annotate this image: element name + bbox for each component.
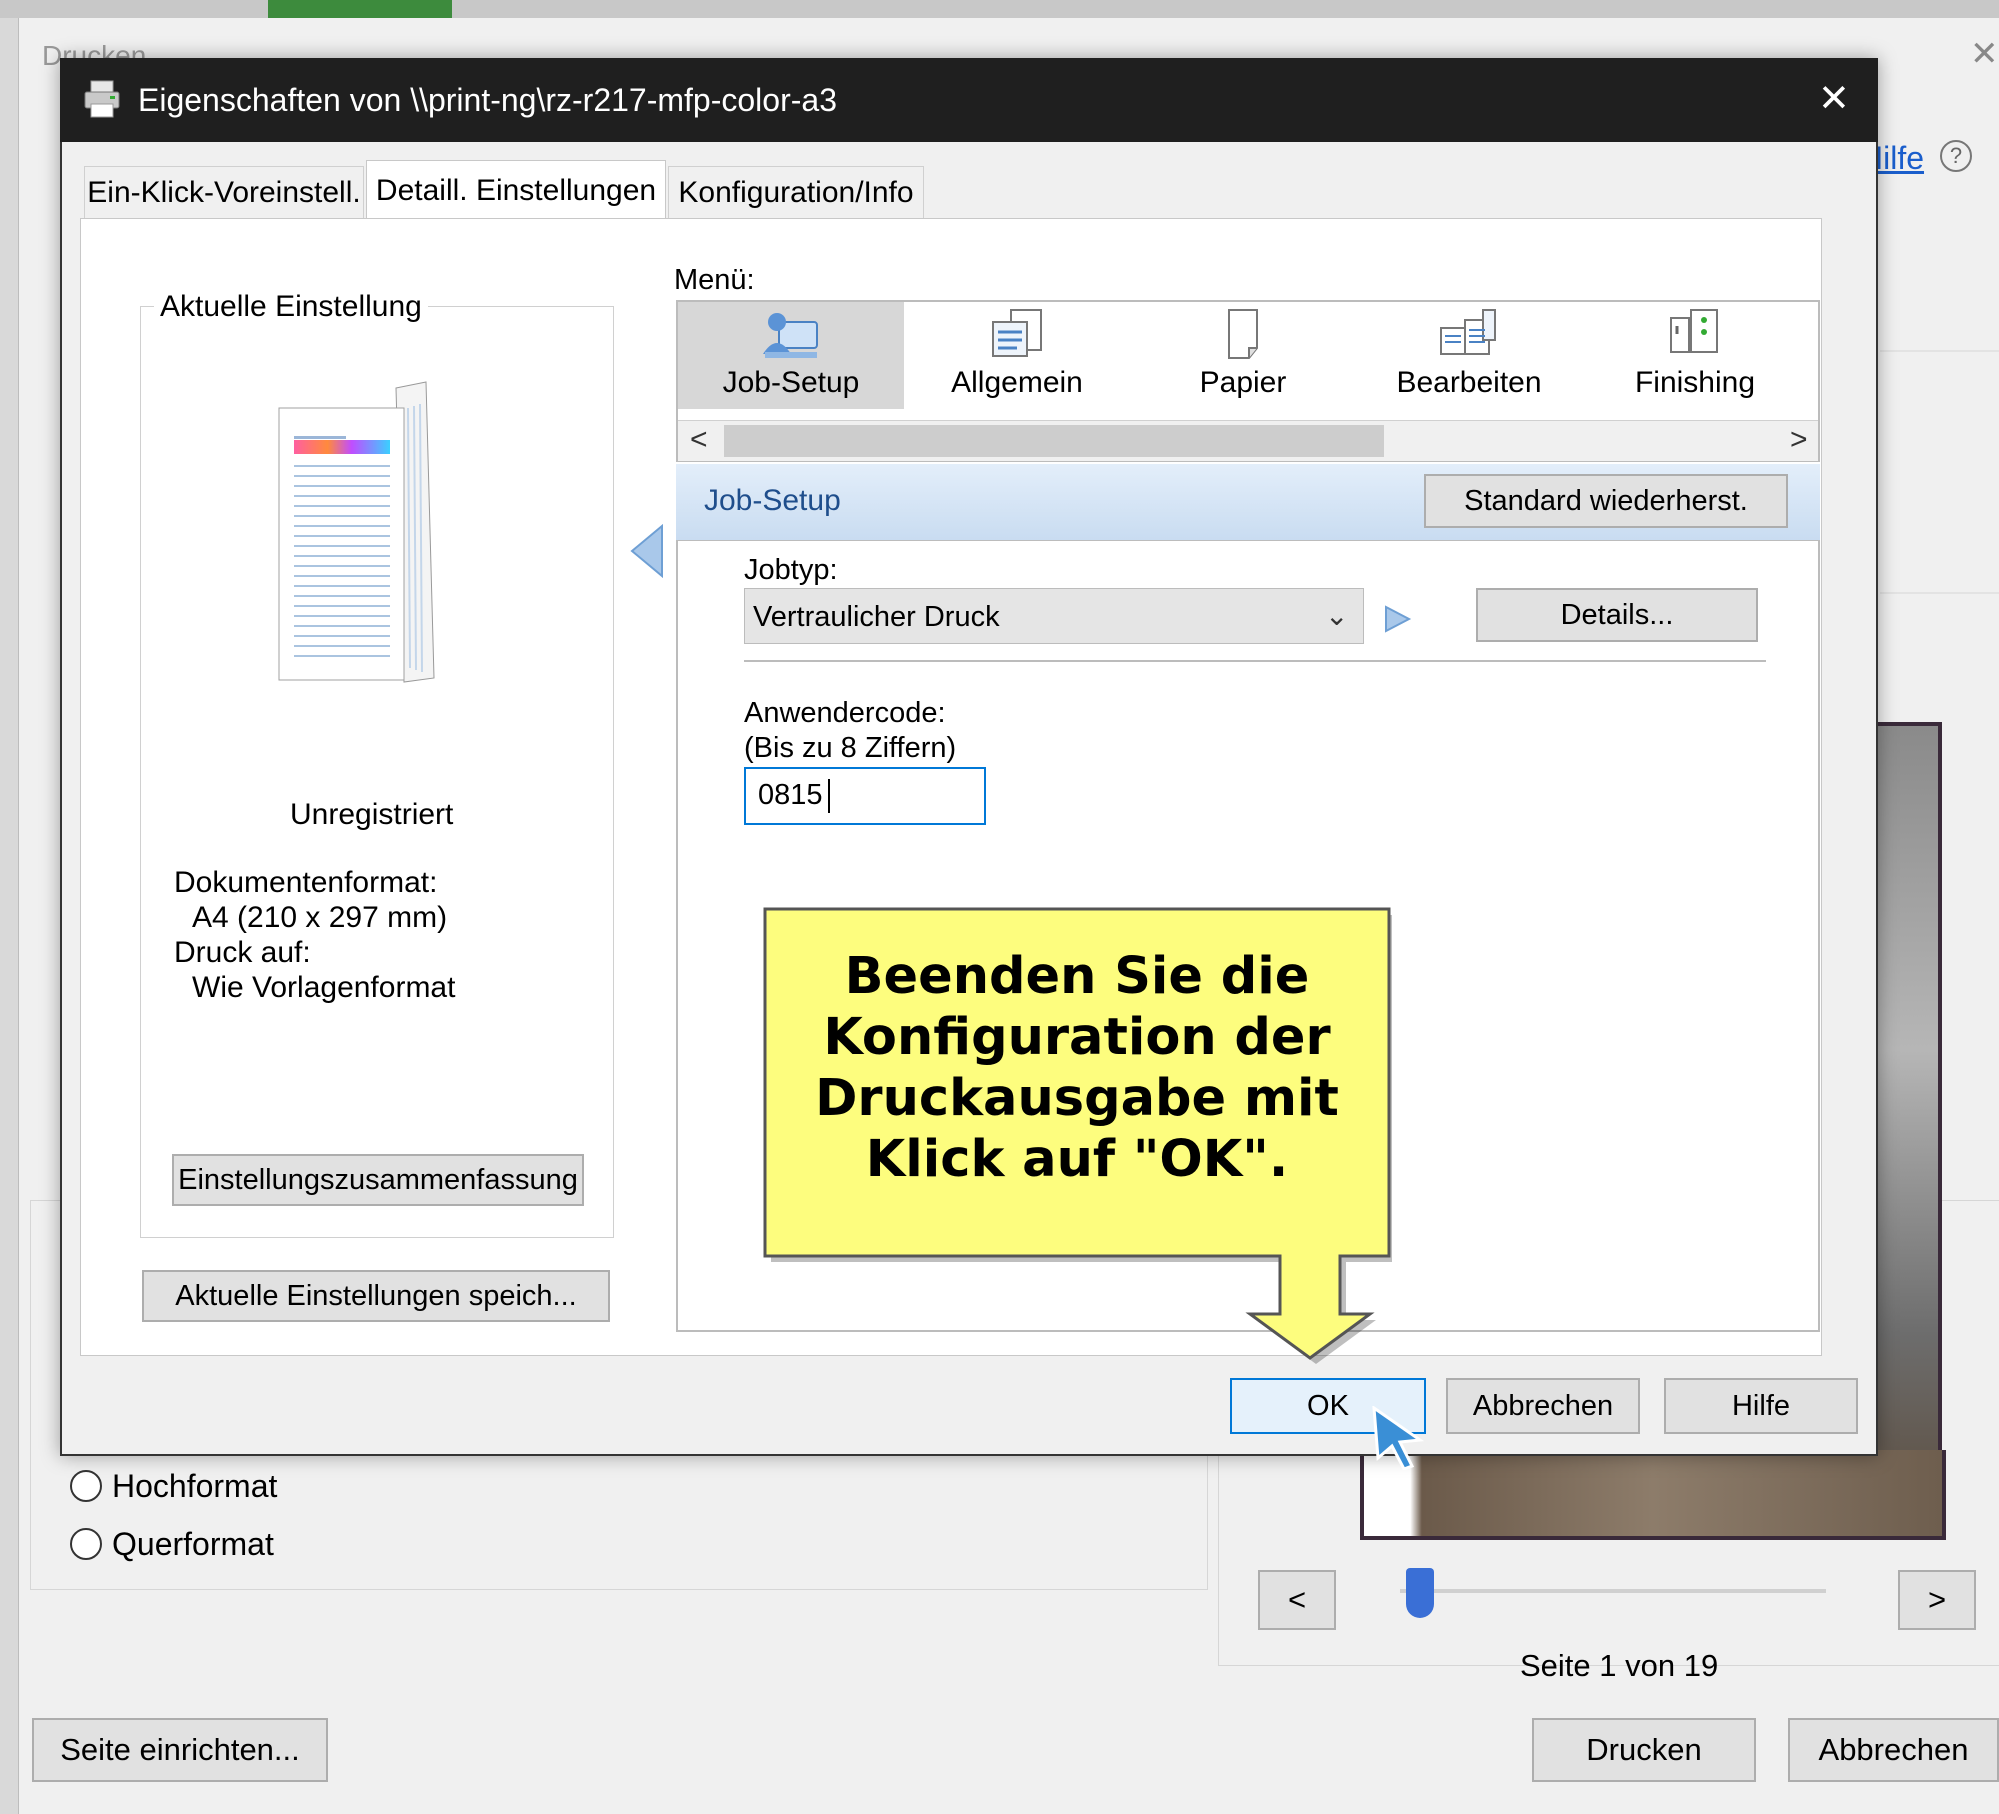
user-code-label: Anwendercode: <box>744 697 946 729</box>
general-icon <box>992 309 1042 357</box>
tab-configuration-info[interactable]: Konfiguration/Info <box>668 166 924 218</box>
print-on-label: Druck auf: <box>174 936 311 969</box>
doc-format-value: A4 (210 x 297 mm) <box>192 901 448 934</box>
preview-prev-button[interactable]: < <box>1258 1570 1336 1630</box>
edit-layout-icon <box>1440 309 1496 355</box>
portrait-label: Hochformat <box>112 1468 278 1504</box>
menu-item-label: Papier <box>1199 366 1287 399</box>
portrait-radio[interactable] <box>70 1470 102 1502</box>
menu-item-paper[interactable]: Papier <box>1130 302 1356 409</box>
callout-line: Klick auf "OK". <box>865 1130 1289 1189</box>
menu-item-label: Job-Setup <box>722 366 860 399</box>
callout-text: Beenden Sie die Konfiguration der Drucka… <box>762 946 1392 1190</box>
app-logo-fragment <box>268 0 452 18</box>
print-on-value: Wie Vorlagenformat <box>192 971 456 1004</box>
instruction-callout: Beenden Sie die Konfiguration der Drucka… <box>762 906 1392 1364</box>
save-settings-button[interactable]: Aktuelle Einstellungen speich... <box>142 1270 610 1322</box>
menu-item-label: Bearbeiten <box>1396 366 1542 399</box>
bg-cancel-button[interactable]: Abbrechen <box>1788 1718 1999 1782</box>
collapse-left-icon[interactable] <box>630 523 664 579</box>
current-settings-heading: Aktuelle Einstellung <box>154 290 428 324</box>
chevron-down-icon: ⌄ <box>1325 600 1349 631</box>
callout-line: Druckausgabe mit <box>815 1069 1339 1128</box>
tab-detailed-settings[interactable]: Detaill. Einstellungen <box>366 160 666 220</box>
help-circle-icon[interactable]: ? <box>1940 140 1972 172</box>
registration-status: Unregistriert <box>290 798 454 831</box>
page-indicator: Seite 1 von 19 <box>1520 1648 1719 1683</box>
bg-right-strip <box>1880 350 1999 594</box>
preview-next-button[interactable]: > <box>1898 1570 1976 1630</box>
restore-defaults-button[interactable]: Standard wiederherst. <box>1424 474 1788 528</box>
user-code-value: 0815 <box>758 779 823 811</box>
user-code-input[interactable]: 0815 <box>744 767 986 825</box>
menu-item-job-setup[interactable]: Job-Setup <box>678 302 904 409</box>
dialog-cancel-button[interactable]: Abbrechen <box>1446 1378 1640 1434</box>
scrollbar-thumb[interactable] <box>724 425 1384 457</box>
menu-item-label: Allgemein <box>951 366 1083 399</box>
text-cursor <box>828 779 830 813</box>
menu-bar: Job-Setup Allgemein Papier Bearbeiten Fi… <box>676 300 1820 462</box>
menu-item-label: Finishing <box>1634 366 1756 399</box>
menu-scrollbar[interactable]: < > <box>678 420 1818 461</box>
job-type-value: Vertraulicher Druck <box>753 601 1000 633</box>
menu-item-edit[interactable]: Bearbeiten <box>1356 302 1582 409</box>
doc-format-label: Dokumentenformat: <box>174 866 438 899</box>
menu-item-general[interactable]: Allgemein <box>904 302 1130 409</box>
dialog-title: Eigenschaften von \\print-ng\rz-r217-mfp… <box>138 82 837 118</box>
section-title: Job-Setup <box>704 484 841 517</box>
scroll-left-arrow[interactable]: < <box>690 423 708 457</box>
printer-icon <box>82 78 122 120</box>
print-preview-image-bottom <box>1360 1450 1946 1540</box>
document-preview-icon <box>276 378 436 684</box>
landscape-label: Querformat <box>112 1526 274 1562</box>
job-type-select[interactable]: Vertraulicher Druck ⌄ <box>744 588 1364 644</box>
bg-close-icon[interactable]: ✕ <box>1970 34 1999 74</box>
dialog-close-icon[interactable]: ✕ <box>1818 76 1850 121</box>
scroll-right-arrow[interactable]: > <box>1790 423 1808 457</box>
details-button[interactable]: Details... <box>1476 588 1758 642</box>
job-type-separator <box>744 660 1766 662</box>
finishing-icon <box>1670 309 1718 353</box>
user-code-hint: (Bis zu 8 Ziffern) <box>744 732 957 764</box>
page-setup-button[interactable]: Seite einrichten... <box>32 1718 328 1782</box>
dialog-help-button[interactable]: Hilfe <box>1664 1378 1858 1434</box>
preview-slider-thumb[interactable] <box>1406 1568 1434 1618</box>
mouse-pointer-icon <box>1370 1404 1426 1471</box>
tab-one-click-preset[interactable]: Ein-Klick-Voreinstell. <box>84 166 364 218</box>
print-button[interactable]: Drucken <box>1532 1718 1756 1782</box>
paper-icon <box>1228 309 1258 359</box>
landscape-radio[interactable] <box>70 1528 102 1560</box>
callout-line: Konfiguration der <box>823 1008 1331 1067</box>
settings-summary-button[interactable]: Einstellungszusammenfassung <box>172 1154 584 1206</box>
callout-line: Beenden Sie die <box>844 947 1310 1006</box>
job-type-label: Jobtyp: <box>744 554 838 586</box>
menu-item-finishing[interactable]: Finishing <box>1582 302 1808 409</box>
play-arrow-icon <box>1382 604 1412 634</box>
preview-slider-track[interactable] <box>1400 1589 1826 1593</box>
menu-label: Menü: <box>674 264 755 296</box>
job-setup-icon <box>763 313 818 358</box>
